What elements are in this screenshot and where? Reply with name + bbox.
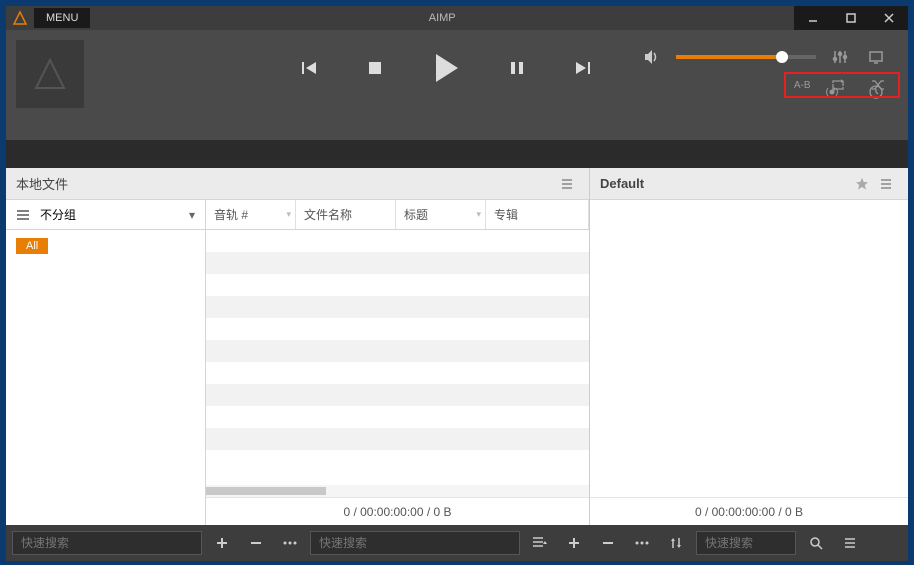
remove-button-left[interactable] [242, 529, 270, 557]
mid-search-input[interactable] [310, 531, 520, 555]
stop-button[interactable] [362, 55, 388, 81]
table-row[interactable] [206, 384, 589, 406]
minimize-button[interactable] [794, 6, 832, 30]
chevron-down-icon: ▾ [189, 208, 195, 222]
list-dropdown-button[interactable] [526, 529, 554, 557]
table-row[interactable] [206, 406, 589, 428]
previous-button[interactable] [296, 55, 322, 81]
volume-slider[interactable] [676, 55, 816, 59]
table-row[interactable] [206, 230, 589, 252]
playback-mode-highlight: A-B [784, 72, 900, 98]
column-album[interactable]: 专辑 [486, 200, 589, 229]
right-pane-menu-icon[interactable] [874, 172, 898, 196]
app-title: AIMP [90, 12, 794, 24]
table-row[interactable] [206, 362, 589, 384]
sort-button[interactable] [662, 529, 690, 557]
favorite-icon[interactable] [850, 172, 874, 196]
more-button-left[interactable] [276, 529, 304, 557]
remove-button-mid[interactable] [594, 529, 622, 557]
table-row[interactable] [206, 296, 589, 318]
table-row[interactable] [206, 252, 589, 274]
display-icon[interactable] [864, 45, 888, 69]
play-button[interactable] [428, 50, 464, 86]
ab-repeat-button[interactable]: A-B [794, 80, 811, 91]
group-label: 不分组 [40, 206, 76, 223]
column-track[interactable]: 音轨 #▾ [206, 200, 296, 229]
right-pane-title: Default [600, 176, 850, 191]
menu-button[interactable]: MENU [34, 8, 90, 28]
maximize-button[interactable] [832, 6, 870, 30]
column-title[interactable]: 标题▾ [396, 200, 486, 229]
search-icon[interactable] [802, 529, 830, 557]
add-button-mid[interactable] [560, 529, 588, 557]
close-button[interactable] [870, 6, 908, 30]
shuffle-icon[interactable] [866, 73, 890, 97]
left-search-input[interactable] [12, 531, 202, 555]
left-status: 0 / 00:00:00:00 / 0 B [206, 497, 589, 525]
left-pane-title: 本地文件 [16, 174, 555, 193]
table-row[interactable] [206, 340, 589, 362]
all-filter-tag[interactable]: All [16, 238, 48, 254]
hamburger-icon [16, 208, 30, 222]
app-logo-small [6, 6, 34, 30]
more-button-mid[interactable] [628, 529, 656, 557]
table-row[interactable] [206, 428, 589, 450]
equalizer-icon[interactable] [828, 45, 852, 69]
right-status: 0 / 00:00:00:00 / 0 B [590, 497, 908, 525]
track-list [206, 230, 589, 485]
volume-icon[interactable] [640, 45, 664, 69]
table-row[interactable] [206, 318, 589, 340]
table-row[interactable] [206, 450, 589, 472]
group-selector[interactable]: 不分组 ▾ [6, 200, 205, 230]
horizontal-scrollbar[interactable] [206, 485, 589, 497]
album-art-placeholder [16, 40, 84, 108]
right-search-input[interactable] [696, 531, 796, 555]
left-pane-menu-icon[interactable] [555, 172, 579, 196]
playlist-body [590, 200, 908, 497]
table-row[interactable] [206, 274, 589, 296]
pause-button[interactable] [504, 55, 530, 81]
column-filename[interactable]: 文件名称 [296, 200, 396, 229]
menu-icon-right[interactable] [836, 529, 864, 557]
next-button[interactable] [570, 55, 596, 81]
add-button-left[interactable] [208, 529, 236, 557]
repeat-icon[interactable] [826, 73, 850, 97]
